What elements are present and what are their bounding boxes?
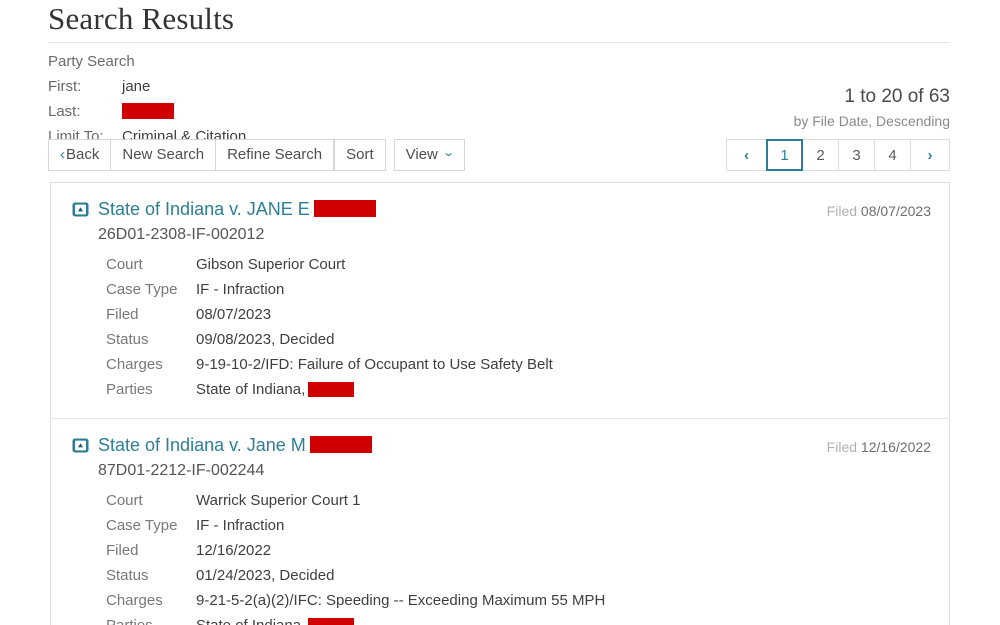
new-search-button[interactable]: New Search — [110, 139, 216, 171]
redaction-block-case-title — [309, 435, 372, 453]
detail-row: Court Gibson Superior Court — [68, 252, 931, 277]
pagination-page-3[interactable]: 3 — [838, 139, 874, 171]
detail-value-parties-text: State of Indiana, — [196, 617, 305, 625]
case-filed-summary: Filed 08/07/2023 — [827, 197, 931, 223]
redaction-block-parties — [308, 381, 355, 397]
detail-value-filed: 12/16/2022 — [196, 542, 272, 559]
detail-label-status: Status — [106, 331, 149, 348]
case-document-icon — [72, 437, 89, 454]
pagination-page-4[interactable]: 4 — [874, 139, 910, 171]
search-type-line: Party Search — [48, 49, 1000, 74]
back-button-label: Back — [66, 145, 100, 163]
case-result-row: State of Indiana v. JANE E 26D01-2308-IF… — [51, 183, 949, 418]
detail-value-parties: State of Indiana, — [196, 613, 355, 625]
detail-label-filed: Filed — [106, 306, 139, 323]
detail-value-parties: State of Indiana, — [196, 377, 355, 402]
pagination-page-1[interactable]: 1 — [766, 139, 803, 171]
case-title-wrap: State of Indiana v. Jane M 87D01-2212-IF… — [98, 433, 827, 484]
case-document-icon — [72, 201, 89, 218]
case-filed-date: 08/07/2023 — [860, 203, 931, 219]
view-dropdown-button[interactable]: View ⌄ — [393, 139, 466, 171]
chevron-left-icon: ‹ — [60, 146, 65, 163]
back-button[interactable]: ‹ Back — [48, 139, 111, 171]
detail-row: Status 01/24/2023, Decided — [68, 563, 931, 588]
detail-value-status: 01/24/2023, Decided — [196, 567, 335, 584]
view-button-label: View — [405, 145, 438, 163]
case-filed-label: Filed — [826, 439, 858, 455]
detail-row: Case Type IF - Infraction — [68, 277, 931, 302]
case-filed-summary: Filed 12/16/2022 — [827, 433, 931, 459]
detail-label-court: Court — [106, 256, 143, 273]
refine-search-button[interactable]: Refine Search — [215, 139, 335, 171]
pagination: ‹ 1 2 3 4 › — [726, 139, 950, 171]
detail-value-case-type: IF - Infraction — [196, 281, 285, 298]
search-button-group: ‹ Back New Search Refine Search — [48, 139, 335, 171]
detail-label-status: Status — [106, 567, 149, 584]
case-header: State of Indiana v. JANE E 26D01-2308-IF… — [68, 197, 931, 248]
case-title-text: State of Indiana v. JANE E — [98, 199, 310, 219]
case-detail-list: Court Warrick Superior Court 1 Case Type… — [68, 488, 931, 625]
detail-row: Court Warrick Superior Court 1 — [68, 488, 931, 513]
sort-button[interactable]: Sort — [334, 139, 386, 171]
case-filed-label: Filed — [826, 203, 858, 219]
result-sort-order: by File Date, Descending — [793, 113, 950, 129]
redaction-block-case-title — [313, 199, 376, 217]
case-detail-list: Court Gibson Superior Court Case Type IF… — [68, 252, 931, 402]
pagination-page-2[interactable]: 2 — [802, 139, 838, 171]
search-type-label: Party Search — [48, 53, 135, 70]
first-name-value: jane — [122, 78, 151, 95]
detail-value-parties-text: State of Indiana, — [196, 381, 306, 398]
page-title: Search Results — [48, 1, 235, 36]
last-name-label: Last: — [48, 103, 81, 120]
result-count: 1 to 20 of 63 — [844, 86, 950, 107]
case-header: State of Indiana v. Jane M 87D01-2212-IF… — [68, 433, 931, 484]
detail-row: Parties State of Indiana, — [68, 613, 931, 625]
detail-label-filed: Filed — [106, 542, 139, 559]
detail-value-charges: 9-21-5-2(a)(2)/IFC: Speeding -- Exceedin… — [196, 592, 606, 609]
detail-value-filed: 08/07/2023 — [196, 306, 272, 323]
detail-row: Status 09/08/2023, Decided — [68, 327, 931, 352]
results-toolbar: ‹ Back New Search Refine Search Sort View… — [48, 139, 466, 171]
case-title-link[interactable]: State of Indiana v. Jane M — [98, 435, 372, 455]
case-number: 26D01-2308-IF-002012 — [98, 226, 265, 243]
detail-row: Parties State of Indiana, — [68, 377, 931, 402]
detail-label-court: Court — [106, 492, 143, 509]
detail-label-charges: Charges — [106, 592, 163, 609]
detail-label-case-type: Case Type — [106, 517, 178, 534]
case-filed-date: 12/16/2022 — [860, 439, 931, 455]
detail-value-court: Warrick Superior Court 1 — [196, 492, 361, 509]
detail-value-charges: 9-19-10-2/IFD: Failure of Occupant to Us… — [196, 356, 553, 373]
results-list: State of Indiana v. JANE E 26D01-2308-IF… — [50, 182, 950, 625]
detail-value-status: 09/08/2023, Decided — [196, 331, 335, 348]
case-title-text: State of Indiana v. Jane M — [98, 435, 306, 455]
chevron-down-icon: ⌄ — [441, 147, 456, 159]
case-title-wrap: State of Indiana v. JANE E 26D01-2308-IF… — [98, 197, 827, 248]
redaction-block-parties — [308, 617, 355, 625]
detail-row: Charges 9-21-5-2(a)(2)/IFC: Speeding -- … — [68, 588, 931, 613]
detail-row: Case Type IF - Infraction — [68, 513, 931, 538]
detail-label-parties: Parties — [106, 381, 153, 398]
search-results-page: Search Results Party Search First: jane L… — [0, 0, 1000, 625]
case-result-row: State of Indiana v. Jane M 87D01-2212-IF… — [51, 418, 949, 625]
pagination-prev-button[interactable]: ‹ — [726, 139, 766, 171]
first-name-label: First: — [48, 78, 82, 95]
detail-label-case-type: Case Type — [106, 281, 178, 298]
detail-row: Charges 9-19-10-2/IFD: Failure of Occupa… — [68, 352, 931, 377]
detail-label-charges: Charges — [106, 356, 163, 373]
detail-row: Filed 08/07/2023 — [68, 302, 931, 327]
redaction-block-last-name — [122, 103, 174, 120]
detail-label-parties: Parties — [68, 613, 196, 625]
detail-value-court: Gibson Superior Court — [196, 256, 346, 273]
case-number: 87D01-2212-IF-002244 — [98, 462, 265, 479]
pagination-next-button[interactable]: › — [910, 139, 950, 171]
detail-row: Filed 12/16/2022 — [68, 538, 931, 563]
case-title-link[interactable]: State of Indiana v. JANE E — [98, 199, 376, 219]
detail-value-case-type: IF - Infraction — [196, 517, 285, 534]
result-meta: 1 to 20 of 63 by File Date, Descending — [794, 84, 950, 132]
